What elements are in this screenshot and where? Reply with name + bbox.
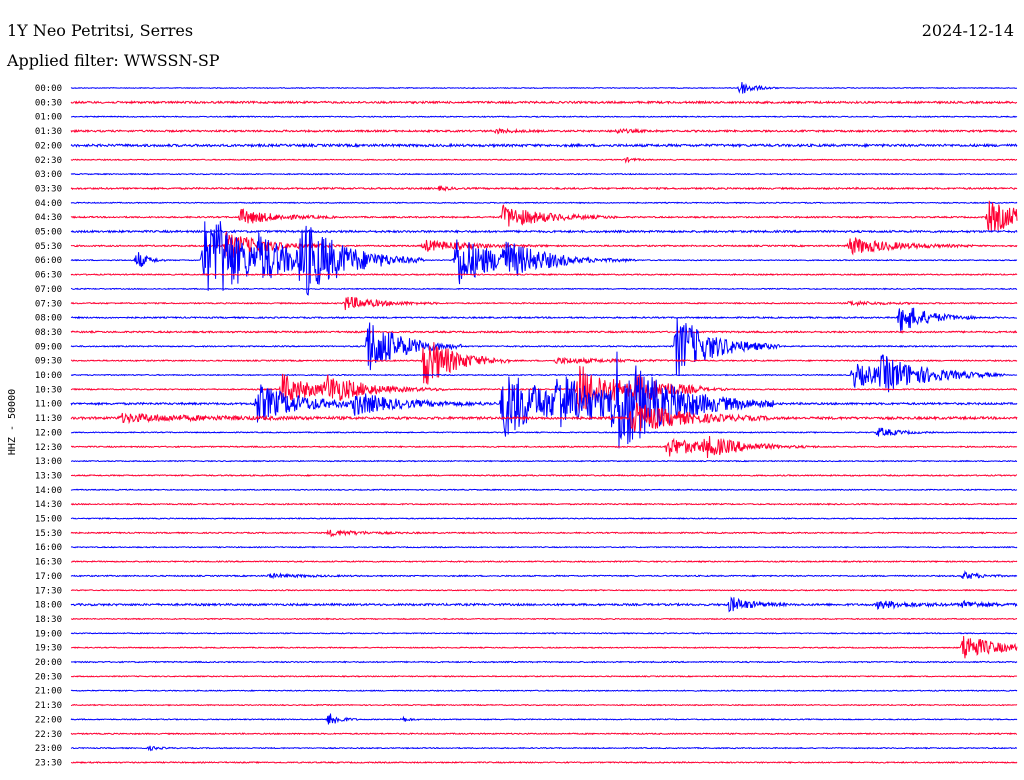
trace-line [70, 517, 1018, 520]
time-label: 18:00 [35, 601, 62, 611]
trace-line [70, 82, 1017, 94]
trace-line [70, 329, 1018, 334]
trace-line [70, 157, 1018, 164]
time-label: 14:30 [35, 500, 62, 510]
trace-line [70, 570, 1018, 580]
trace-line [70, 221, 1018, 296]
trace-line [70, 660, 1018, 664]
trace-line [70, 185, 1018, 192]
trace-line [70, 229, 1018, 234]
time-label: 16:30 [35, 558, 62, 568]
time-label: 10:00 [35, 371, 62, 381]
time-label: 01:00 [35, 113, 62, 123]
trace-line [70, 588, 1018, 592]
time-label: 02:00 [35, 141, 62, 151]
trace-line [70, 488, 1018, 492]
time-label: 23:30 [35, 758, 62, 768]
time-label: 03:00 [35, 170, 62, 180]
time-label: 02:30 [35, 156, 62, 166]
time-label: 17:00 [35, 572, 62, 582]
trace-line [70, 351, 1018, 449]
time-label-group: 00:00 00:30 01:00 01:30 02:00 02:30 03:00 03:30… [35, 84, 62, 768]
time-label: 00:00 [35, 84, 62, 94]
trace-line [70, 689, 1018, 693]
time-label: 09:00 [35, 342, 62, 352]
time-label: 22:30 [35, 730, 62, 740]
time-label: 09:30 [35, 357, 62, 367]
time-label: 08:00 [35, 314, 62, 324]
time-label: 20:30 [35, 672, 62, 682]
trace-line [70, 596, 1018, 613]
time-label: 12:00 [35, 428, 62, 438]
trace-line [70, 201, 1018, 205]
time-label: 13:30 [35, 471, 62, 481]
trace-line [70, 617, 1018, 621]
time-label: 03:30 [35, 184, 62, 194]
trace-line [70, 529, 1018, 538]
trace-line [70, 631, 1018, 635]
trace-line [70, 287, 1018, 291]
time-label: 13:00 [35, 457, 62, 467]
trace-line [70, 127, 1018, 135]
time-label: 01:30 [35, 127, 62, 137]
trace-line [70, 502, 1018, 506]
time-label: 00:30 [35, 98, 62, 108]
trace-line [70, 172, 1018, 176]
trace-line [70, 317, 1018, 376]
trace-line [70, 115, 1018, 118]
trace-line [70, 635, 1018, 659]
time-label: 05:00 [35, 228, 62, 238]
trace-line [70, 142, 1018, 149]
trace-line [70, 435, 1018, 459]
trace-line [70, 560, 1018, 564]
trace-line [70, 760, 1018, 765]
time-label: 12:30 [35, 443, 62, 453]
trace-line [70, 200, 1018, 232]
trace-line [70, 545, 1018, 549]
trace-line [70, 732, 1018, 736]
trace-line [70, 100, 1018, 105]
time-label: 11:00 [35, 400, 62, 410]
trace-line [70, 307, 1018, 333]
time-label: 05:30 [35, 242, 62, 252]
channel-label: HHZ - 50000 [7, 389, 18, 455]
time-label: 15:00 [35, 515, 62, 525]
time-label: 17:30 [35, 586, 62, 596]
trace-group [70, 82, 1018, 765]
trace-line [70, 459, 1018, 463]
time-label: 19:30 [35, 644, 62, 654]
time-label: 11:30 [35, 414, 62, 424]
time-label: 08:30 [35, 328, 62, 338]
time-label: 21:30 [35, 701, 62, 711]
time-label: 23:00 [35, 744, 62, 754]
time-label: 22:00 [35, 715, 62, 725]
time-label: 10:30 [35, 385, 62, 395]
trace-line [70, 427, 1018, 437]
time-label: 07:30 [35, 299, 62, 309]
trace-line [70, 473, 1018, 477]
time-label: 21:00 [35, 687, 62, 697]
time-label: 19:00 [35, 629, 62, 639]
helicorder-plot: 00:00 00:30 01:00 01:30 02:00 02:30 03:00 03:30… [7, 82, 1018, 768]
trace-line [70, 675, 1018, 678]
time-label: 15:30 [35, 529, 62, 539]
time-label: 07:00 [35, 285, 62, 295]
time-label: 04:30 [35, 213, 62, 223]
time-label: 04:00 [35, 199, 62, 209]
time-label: 06:30 [35, 271, 62, 281]
trace-line [70, 296, 1018, 311]
trace-line [70, 272, 1018, 277]
time-label: 14:00 [35, 486, 62, 496]
trace-line [70, 745, 1018, 752]
trace-line [70, 713, 1018, 725]
time-label: 06:00 [35, 256, 62, 266]
time-label: 18:30 [35, 615, 62, 625]
time-label: 16:00 [35, 543, 62, 553]
time-label: 20:00 [35, 658, 62, 668]
trace-line [70, 703, 1018, 707]
